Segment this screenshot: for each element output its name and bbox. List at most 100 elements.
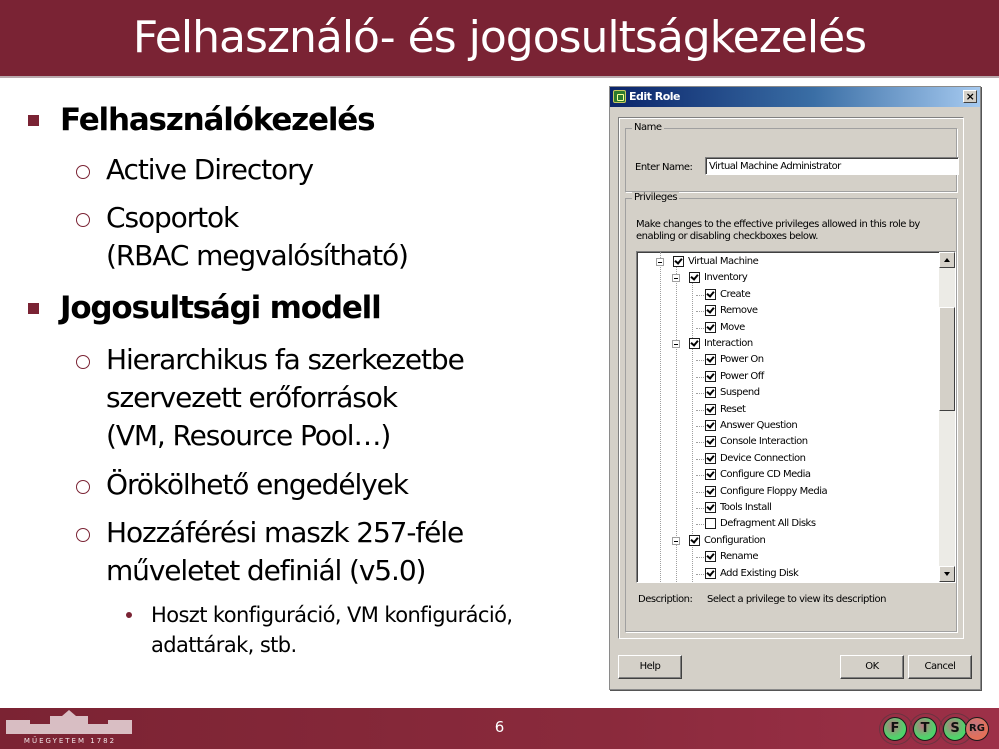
tree-item-label: Power Off (720, 370, 764, 382)
tree-connector (696, 409, 704, 411)
tree-item-label: Configure CD Media (720, 469, 811, 481)
tree-item-label: Remove (720, 305, 758, 317)
tree-connector (696, 573, 704, 575)
logo-badge-t: T (913, 717, 937, 741)
checkbox-checked[interactable] (689, 534, 700, 546)
tree-connector (696, 491, 704, 493)
dialog-body: Name Enter Name: Privileges Make changes… (618, 117, 964, 639)
bullet-level3: Hoszt konfiguráció, VM konfiguráció, (126, 600, 513, 630)
name-group-label: Name (632, 122, 664, 133)
checkbox-checked[interactable] (705, 502, 716, 513)
circle-bullet-icon (76, 165, 90, 179)
ok-button[interactable]: OK (840, 655, 904, 679)
role-name-input[interactable] (705, 157, 959, 175)
collapse-toggle-icon[interactable] (672, 274, 680, 283)
tree-item-label: Suspend (720, 387, 760, 399)
page-number: 6 (494, 718, 505, 736)
logo-badge-f: F (883, 717, 907, 741)
bullet-text: Jogosultsági modell (60, 290, 382, 326)
bullet-text: Hozzáférési maszk 257-féle (106, 516, 464, 549)
bullet-level1: Jogosultsági modell (28, 290, 382, 326)
bullet-level1: Felhasználókezelés (28, 102, 376, 138)
dot-bullet-icon (126, 612, 132, 618)
checkbox-checked[interactable] (705, 485, 716, 497)
vsphere-app-icon (613, 90, 626, 103)
tree-connector (696, 426, 704, 427)
bullet-text: Csoportok (106, 201, 239, 234)
bullet-continuation: adattárak, stb. (151, 633, 297, 657)
tree-item-label: Rename (720, 551, 759, 563)
bullet-continuation: szervezett erőforrások (106, 381, 398, 414)
tree-guide-line (676, 264, 677, 582)
checkbox-checked[interactable] (705, 436, 716, 448)
bullet-level2: Örökölhető engedélyek (76, 465, 409, 505)
tree-item-label: Answer Question (720, 420, 798, 431)
checkbox-checked[interactable] (689, 272, 700, 284)
tree-guide-line (660, 252, 661, 582)
collapse-toggle-icon[interactable] (672, 536, 680, 545)
tree-connector (696, 442, 704, 444)
dialog-title-bar[interactable]: Edit Role × (610, 87, 980, 107)
checkbox-checked[interactable] (705, 551, 716, 563)
tree-item-label: Create (720, 288, 751, 300)
checkbox-checked[interactable] (705, 354, 716, 366)
tree-scrollbar[interactable] (939, 252, 955, 582)
checkbox-checked[interactable] (705, 288, 716, 300)
collapse-toggle-icon[interactable] (656, 258, 664, 266)
arrow-up-icon (944, 258, 950, 262)
bullet-text: Felhasználókezelés (60, 102, 376, 138)
name-group: Name Enter Name: (625, 122, 959, 192)
tree-connector (696, 311, 704, 313)
scroll-thumb[interactable] (939, 307, 955, 411)
ftsrg-logo: F T S RG (871, 713, 989, 745)
tree-connector (696, 294, 704, 296)
logo-badge-rg: RG (965, 717, 989, 741)
checkbox-checked[interactable] (705, 567, 716, 579)
circle-bullet-icon (76, 480, 90, 494)
bullet-continuation: (RBAC megvalósítható) (106, 239, 409, 272)
tree-connector (696, 393, 704, 395)
bullet-level2: Active Directory (76, 150, 314, 190)
tree-item-label: Configure Floppy Media (720, 485, 828, 497)
privileges-group: Privileges Make changes to the effective… (625, 192, 957, 632)
description-value: Select a privilege to view its descripti… (707, 594, 887, 605)
slide-title-bar: Felhasználó- és jogosultságkezelés (0, 0, 999, 78)
bullet-continuation: műveletet definiál (v5.0) (106, 554, 426, 587)
circle-bullet-icon (76, 528, 90, 542)
tree-connector (696, 360, 704, 362)
checkbox-unchecked[interactable] (705, 518, 716, 530)
checkbox-checked[interactable] (705, 452, 716, 464)
tree-item-label: Reset (720, 403, 746, 415)
close-button[interactable]: × (963, 90, 977, 103)
checkbox-checked[interactable] (705, 420, 716, 431)
tree-item-label: Configuration (704, 534, 766, 546)
tree-item-label: Defragment All Disks (720, 518, 816, 530)
checkbox-checked[interactable] (673, 256, 684, 267)
checkbox-checked[interactable] (705, 403, 716, 415)
slide-title: Felhasználó- és jogosultságkezelés (132, 12, 867, 63)
scroll-down-button[interactable] (939, 566, 955, 582)
tree-connector (696, 508, 704, 509)
university-logo-text: MŰEGYETEM 1782 (24, 736, 116, 745)
privileges-tree[interactable]: Virtual Machine Inventory Create Remove Move… (636, 251, 956, 583)
bullet-level2: Csoportok (76, 198, 239, 238)
bullet-level2: Hozzáférési maszk 257-féle (76, 513, 464, 553)
checkbox-checked[interactable] (705, 387, 716, 399)
tree-connector (696, 475, 704, 477)
tree-connector (696, 524, 704, 526)
checkbox-checked[interactable] (705, 370, 716, 382)
tree-connector (696, 376, 704, 378)
scroll-up-button[interactable] (939, 252, 955, 268)
logo-badge-s: S (943, 717, 967, 741)
checkbox-checked[interactable] (705, 469, 716, 481)
help-button[interactable]: Help (618, 655, 682, 679)
collapse-toggle-icon[interactable] (672, 340, 680, 348)
edit-role-dialog: Edit Role × Name Enter Name: Privileges … (609, 86, 981, 690)
checkbox-checked[interactable] (689, 338, 700, 349)
slide-footer: MŰEGYETEM 1782 6 F T S RG (0, 708, 999, 749)
cancel-button[interactable]: Cancel (908, 655, 972, 679)
checkbox-checked[interactable] (705, 321, 716, 333)
checkbox-checked[interactable] (705, 305, 716, 317)
dialog-title: Edit Role (629, 90, 681, 103)
bullet-text: Hierarchikus fa szerkezetbe (106, 343, 465, 376)
